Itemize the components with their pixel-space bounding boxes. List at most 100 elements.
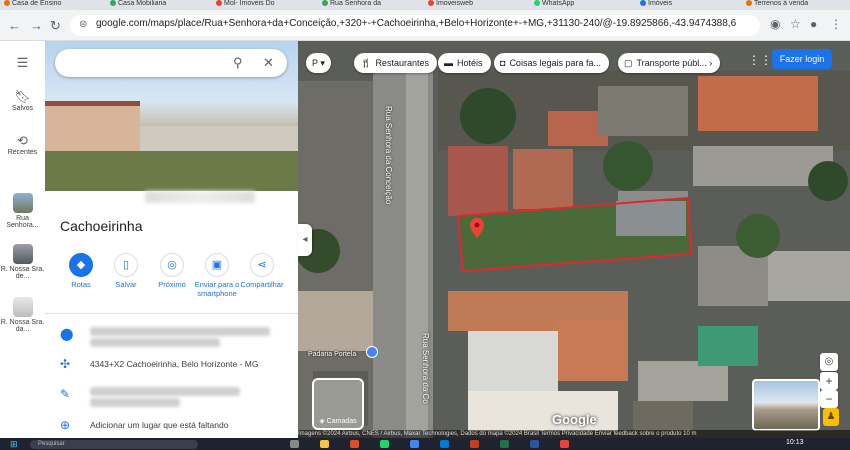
menu-button[interactable]: ☰ bbox=[0, 55, 45, 71]
forward-arrow-icon[interactable]: → bbox=[30, 18, 43, 33]
tab-favicon-icon bbox=[322, 0, 328, 7]
browser-tab[interactable]: Terrenos à venda bbox=[746, 0, 846, 10]
chip-things-to-do[interactable]: ◘ Coisas legais para fa... bbox=[494, 53, 609, 73]
browser-tab[interactable]: Rua Senhora da bbox=[322, 0, 422, 10]
share-button[interactable]: ⋖ Compartilhar bbox=[238, 253, 286, 289]
task-view-icon[interactable] bbox=[290, 440, 299, 448]
tab-favicon-icon bbox=[428, 0, 434, 7]
directions-icon: ◆ bbox=[69, 253, 93, 277]
chip-restaurants[interactable]: 🍴︎ Restaurantes bbox=[354, 53, 437, 73]
address-row[interactable]: ⬤ bbox=[45, 325, 298, 347]
collapse-panel-button[interactable]: ◂ bbox=[298, 224, 312, 256]
browser-tab[interactable]: Imoveisweb bbox=[428, 0, 528, 10]
layers-icon: ◈ bbox=[319, 418, 327, 425]
profile-icon[interactable]: ● bbox=[810, 17, 817, 31]
apps-grid-icon[interactable]: ⋮⋮ bbox=[748, 53, 772, 67]
recent-place-3[interactable]: R. Nossa Sra. da... bbox=[0, 297, 45, 333]
taskbar-search[interactable]: Pesquisar bbox=[30, 440, 198, 449]
redacted-address-line2 bbox=[90, 338, 220, 347]
powerpoint-icon[interactable] bbox=[470, 440, 479, 448]
tab-label: Imoveisweb bbox=[436, 0, 473, 7]
close-icon[interactable]: ✕ bbox=[263, 55, 274, 71]
tab-label: Imóveis bbox=[648, 0, 673, 7]
map-mode-chip[interactable]: P ▾ bbox=[306, 53, 331, 73]
redacted-text-line2 bbox=[90, 398, 180, 407]
windows-start-icon[interactable]: ⊞ bbox=[10, 439, 18, 450]
saved-button[interactable]: 🔖︎ Salvos bbox=[0, 89, 45, 112]
office-icon[interactable] bbox=[350, 440, 359, 448]
plus-code-icon: ✣ bbox=[60, 357, 71, 371]
chevron-left-icon: ◂ bbox=[302, 234, 308, 245]
add-place-row[interactable]: ⊕ Adicionar um lugar que está faltando bbox=[45, 416, 298, 438]
tab-favicon-icon bbox=[110, 0, 116, 7]
tab-favicon-icon bbox=[4, 0, 10, 7]
tab-label: Terrenos à venda bbox=[754, 0, 809, 7]
edge-icon[interactable] bbox=[440, 440, 449, 448]
browser-tab-strip: Casa de Ensino Casa Mobiliaria Mol- Imovei… bbox=[0, 0, 850, 10]
browser-tab[interactable]: WhatsApp bbox=[534, 0, 634, 10]
send-to-phone-button[interactable]: ▣ Enviar para o smartphone bbox=[193, 253, 241, 298]
layers-label: Camadas bbox=[326, 418, 357, 425]
browser-tab[interactable]: Mol- Imoveis Do bbox=[216, 0, 316, 10]
search-input[interactable] bbox=[67, 54, 231, 74]
chip-label: Transporte públ... bbox=[636, 58, 707, 68]
whatsapp-icon[interactable] bbox=[380, 440, 389, 448]
recent-label: Recentes bbox=[7, 149, 38, 156]
poi-marker-icon[interactable] bbox=[366, 346, 378, 358]
zoom-out-button[interactable]: − bbox=[820, 390, 838, 408]
share-icon: ⋖ bbox=[250, 253, 274, 277]
recent-place-label: R. Nossa Sra. da... bbox=[0, 319, 45, 333]
recent-place-2[interactable]: R. Nossa Sra. de... bbox=[0, 244, 45, 280]
recent-place-label: Rua Senhora... bbox=[6, 215, 39, 229]
address-bar[interactable]: ⊜ google.com/maps/place/Rua+Senhora+da+C… bbox=[70, 15, 760, 36]
browser-menu-icon[interactable]: ⋮ bbox=[830, 17, 842, 31]
plus-code-row[interactable]: ✣ 4343+X2 Cachoeirinha, Belo Horizonte -… bbox=[45, 355, 298, 377]
recent-place-1[interactable]: Rua Senhora... bbox=[0, 193, 45, 229]
location-icon[interactable]: ◉ bbox=[770, 17, 780, 31]
zoom-in-button[interactable]: + bbox=[820, 372, 838, 390]
map-attribution: Imagens ©2024 Airbus, CNES / Airbus, Max… bbox=[298, 430, 850, 438]
excel-icon[interactable] bbox=[500, 440, 509, 448]
recent-button[interactable]: ⟲ Recentes bbox=[0, 133, 45, 156]
tab-label: Casa Mobiliaria bbox=[118, 0, 167, 7]
browser-tab[interactable]: Casa Mobiliaria bbox=[110, 0, 210, 10]
layers-button[interactable]: ◈ Camadas bbox=[312, 378, 364, 430]
my-location-icon[interactable]: ◎ bbox=[820, 353, 838, 371]
file-explorer-icon[interactable] bbox=[320, 440, 329, 448]
search-icon[interactable]: ⚲ bbox=[233, 55, 243, 71]
tab-label: Casa de Ensino bbox=[12, 0, 62, 7]
nearby-icon: ◎ bbox=[160, 253, 184, 277]
saved-label: Salvos bbox=[11, 105, 33, 112]
poi-label[interactable]: Padaria Portela bbox=[308, 351, 356, 358]
directions-button[interactable]: ◆ Rotas bbox=[57, 253, 105, 289]
login-button[interactable]: Fazer login bbox=[772, 49, 832, 69]
action-buttons: ◆ Rotas ▯ Salvar ◎ Próximo ▣ Enviar para… bbox=[45, 253, 298, 308]
os-taskbar: ⊞ Pesquisar 10:13 bbox=[0, 438, 850, 450]
back-arrow-icon[interactable]: ← bbox=[8, 18, 21, 33]
camera-icon: ◘ bbox=[500, 58, 506, 68]
location-pin-icon: ⬤ bbox=[60, 327, 74, 341]
browser-tab[interactable]: Imóveis bbox=[640, 0, 740, 10]
browser-tab[interactable]: Casa de Ensino bbox=[4, 0, 104, 10]
satellite-map[interactable]: P ▾ 🍴︎ Restaurantes ▬ Hotéis ◘ Coisas legai… bbox=[298, 41, 850, 438]
reload-icon[interactable]: ↻ bbox=[50, 18, 61, 34]
send-to-phone-label: Enviar para o smartphone bbox=[194, 280, 240, 298]
chip-hotels[interactable]: ▬ Hotéis bbox=[438, 53, 491, 73]
street-view-thumbnail[interactable] bbox=[752, 379, 820, 431]
chip-transit[interactable]: ▢ Transporte públ... › bbox=[618, 53, 721, 73]
save-button[interactable]: ▯ Salvar bbox=[102, 253, 150, 289]
suggest-edit-row[interactable]: ✎ bbox=[45, 385, 298, 407]
chrome-icon[interactable] bbox=[410, 440, 419, 448]
word-icon[interactable] bbox=[530, 440, 539, 448]
nearby-button[interactable]: ◎ Próximo bbox=[148, 253, 196, 289]
site-info-icon[interactable]: ⊜ bbox=[79, 19, 87, 30]
redacted-title bbox=[145, 191, 255, 203]
app-icon[interactable] bbox=[560, 440, 569, 448]
url-text: google.com/maps/place/Rua+Senhora+da+Con… bbox=[96, 18, 736, 29]
chip-label: Coisas legais para fa... bbox=[509, 58, 601, 68]
pegman-icon[interactable]: ♟ bbox=[823, 408, 839, 426]
search-box: ⚲ ✕ bbox=[55, 49, 287, 77]
share-label: Compartilhar bbox=[240, 280, 284, 289]
bookmark-star-icon[interactable]: ☆ bbox=[790, 17, 801, 31]
place-pin-icon[interactable] bbox=[470, 218, 484, 238]
